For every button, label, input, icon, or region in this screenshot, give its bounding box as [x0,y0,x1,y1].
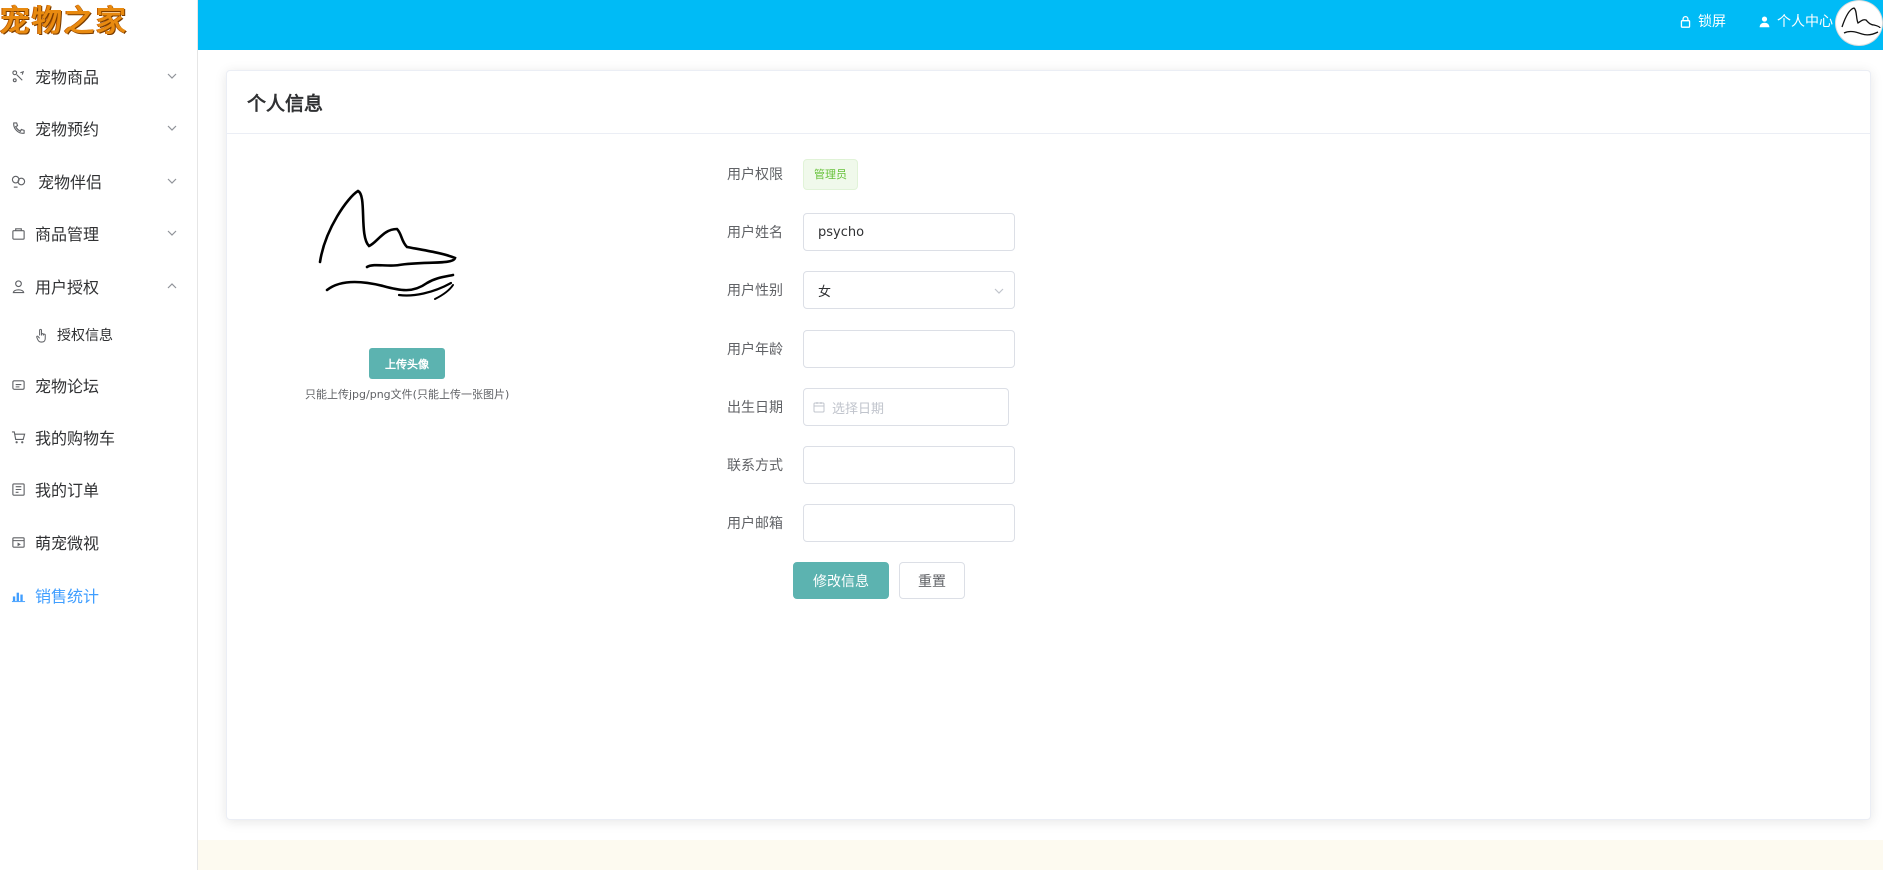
profile-center-button[interactable]: 个人中心 [1758,11,1833,31]
sidebar-item-my-orders[interactable]: 我的订单 [0,469,197,509]
contact-label: 联系方式 [727,458,783,474]
role-tag: 管理员 [803,158,858,190]
partner-icon [10,173,26,189]
avatar-sketch-image [318,189,457,300]
birth-date-placeholder: 选择日期 [832,401,885,417]
header-actions: 锁屏 个人中心 [1679,0,1833,42]
sidebar-item-label: 商品管理 [35,225,100,244]
chat-icon [10,377,26,393]
sidebar-item-label: 宠物论坛 [35,377,100,396]
submit-button[interactable]: 修改信息 [793,562,889,599]
form-row-name: 用户姓名 psycho [727,213,1015,251]
sidebar-item-pet-partner[interactable]: 宠物伴侣 [0,161,197,201]
sidebar-item-label: 我的订单 [35,481,100,500]
chart-icon [10,587,26,603]
order-icon [10,481,26,497]
email-input[interactable] [803,504,1015,542]
sidebar-item-goods-management[interactable]: 商品管理 [0,213,197,253]
sidebar-item-user-auth[interactable]: 用户授权 [0,266,197,306]
logo-text: 宠物之家 [0,4,128,39]
form-row-birth: 出生日期 选择日期 [727,388,1009,426]
name-input[interactable]: psycho [803,213,1015,251]
chevron-down-icon [994,288,1004,294]
sidebar-item-label: 用户授权 [35,278,100,297]
sidebar-item-shopping-cart[interactable]: 我的购物车 [0,417,197,457]
sidebar-item-label: 萌宠微视 [35,534,100,553]
name-label: 用户姓名 [727,225,783,241]
gender-select[interactable]: 女 [803,271,1015,309]
birth-label: 出生日期 [727,400,783,416]
age-input[interactable] [803,330,1015,368]
age-label: 用户年龄 [727,342,783,358]
role-label: 用户权限 [727,167,783,183]
phone-icon [10,120,26,136]
sidebar-item-label: 宠物伴侣 [38,173,103,192]
hand-pointer-icon [33,327,49,343]
sidebar-item-label: 我的购物车 [35,429,116,448]
sidebar-item-label: 授权信息 [57,328,113,344]
sidebar-item-pet-forum[interactable]: 宠物论坛 [0,365,197,405]
gender-label: 用户性别 [727,283,783,299]
upload-tip: 只能上传jpg/png文件(只能上传一张图片) [305,388,510,401]
chevron-down-icon [167,178,177,184]
birth-date-picker[interactable]: 选择日期 [803,388,1009,426]
chevron-down-icon [167,125,177,131]
gender-selected-value: 女 [818,284,832,300]
sidebar-item-label: 宠物预约 [35,120,100,139]
form-row-role: 用户权限 管理员 [727,155,858,193]
form-row-age: 用户年龄 [727,330,1015,368]
user-icon [1759,15,1770,27]
video-icon [10,534,26,550]
contact-input[interactable] [803,446,1015,484]
user-icon [10,278,26,294]
top-header: 锁屏 个人中心 [198,0,1883,50]
chevron-down-icon [167,230,177,236]
avatar-sketch-icon [1841,7,1881,36]
cart-icon [10,429,26,445]
pet-goods-icon [10,68,26,84]
sidebar: 宠物商品 宠物预约 宠物伴侣 商品管理 用户授权 授权信息 宠物论坛 我的购物车… [0,50,198,870]
sidebar-item-pet-booking[interactable]: 宠物预约 [0,108,197,148]
chevron-up-icon [167,283,177,289]
sidebar-item-label: 销售统计 [35,587,100,606]
app-logo[interactable]: 宠物之家 [0,0,198,50]
sidebar-item-label: 宠物商品 [35,68,100,87]
form-row-contact: 联系方式 [727,446,1015,484]
form-row-gender: 用户性别 女 [727,271,1015,309]
sidebar-item-pet-video[interactable]: 萌宠微视 [0,522,197,562]
card-header: 个人信息 [227,71,1870,134]
lock-screen-label: 锁屏 [1698,14,1726,30]
bag-icon [10,225,26,241]
sidebar-item-pet-goods[interactable]: 宠物商品 [0,56,197,96]
page-title: 个人信息 [247,92,324,115]
chevron-down-icon [167,73,177,79]
email-label: 用户邮箱 [727,516,783,532]
sidebar-item-sales-stats[interactable]: 销售统计 [0,575,197,615]
avatar-preview[interactable] [303,171,503,331]
lock-icon [1680,15,1691,28]
reset-button[interactable]: 重置 [899,562,965,599]
lock-screen-button[interactable]: 锁屏 [1679,11,1726,31]
sidebar-subitem-auth-info[interactable]: 授权信息 [0,315,197,355]
calendar-icon [813,402,825,413]
upload-avatar-button[interactable]: 上传头像 [369,348,445,379]
form-row-email: 用户邮箱 [727,504,1015,542]
footer-strip [198,840,1883,870]
profile-card: 个人信息 上传头像 只能上传jpg/png文件(只能上传一张图片) 用户权限 管… [226,70,1871,820]
header-avatar[interactable] [1835,0,1883,46]
profile-center-label: 个人中心 [1777,14,1833,30]
